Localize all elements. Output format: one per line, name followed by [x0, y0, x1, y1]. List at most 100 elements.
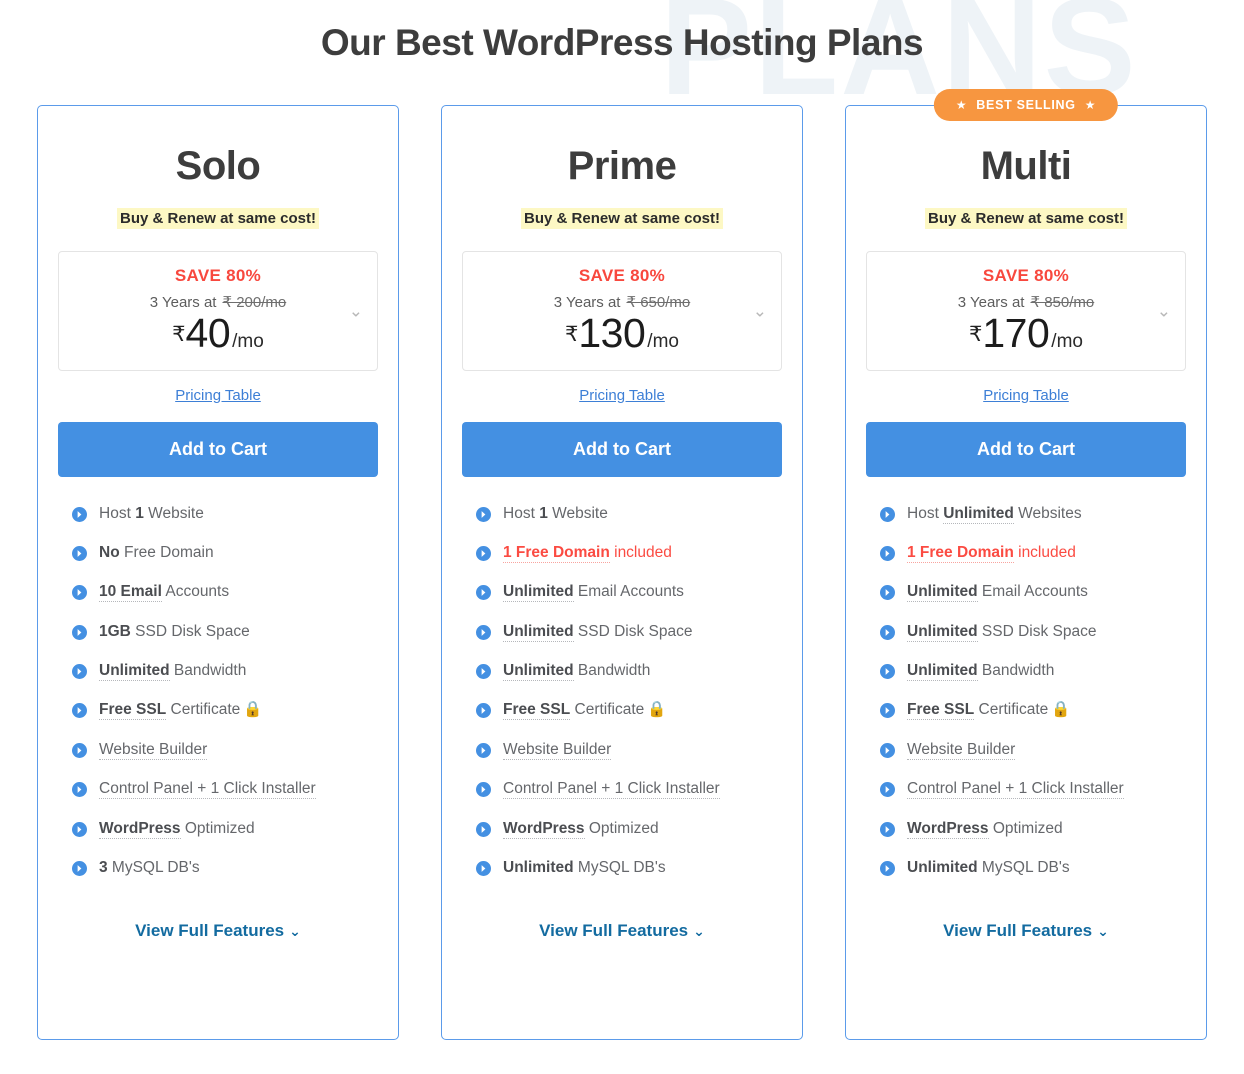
feature-text-part: Optimized: [988, 819, 1063, 837]
price-selector-box[interactable]: SAVE 80% 3 Years at ₹ 200/mo ₹40/mo ⌄: [58, 250, 378, 371]
feature-item: Website Builder: [880, 740, 1186, 760]
feature-text: Host Unlimited Websites: [907, 504, 1082, 524]
arrow-right-circle-icon: [880, 821, 895, 837]
feature-text: Unlimited Bandwidth: [99, 661, 247, 681]
arrow-right-circle-icon: [880, 664, 895, 679]
feature-item: 3 MySQL DB's: [72, 858, 378, 877]
feature-text-part: Website Builder: [99, 740, 208, 760]
feature-item: Free SSL Certificate 🔒: [880, 700, 1186, 721]
arrow-right-circle-icon: [72, 860, 87, 876]
feature-item: Host 1 Website: [72, 504, 378, 523]
add-to-cart-button[interactable]: Add to Cart: [58, 421, 378, 477]
feature-item: Host 1 Website: [476, 504, 782, 523]
arrow-right-circle-icon: [880, 545, 895, 561]
feature-text-part: WordPress: [907, 819, 989, 839]
feature-text-part: Accounts: [161, 583, 230, 601]
feature-item: Unlimited Bandwidth: [72, 661, 378, 681]
feature-text-part: Host: [503, 504, 540, 522]
price-amount: 130: [578, 309, 646, 356]
arrow-right-circle-icon: [72, 506, 87, 522]
feature-text-part: Host: [99, 504, 136, 522]
current-price: ₹130/mo: [475, 309, 769, 356]
feature-text: Control Panel + 1 Click Installer: [503, 779, 720, 800]
add-to-cart-button[interactable]: Add to Cart: [462, 421, 782, 477]
feature-item: Control Panel + 1 Click Installer: [476, 779, 782, 800]
feature-item: WordPress Optimized: [880, 819, 1186, 839]
feature-text-part: Free SSL: [99, 701, 167, 721]
arrow-right-circle-icon: [880, 585, 895, 601]
price-amount: 170: [982, 309, 1050, 356]
feature-text-part: Unlimited: [907, 583, 978, 603]
term-prefix: 3 Years at: [149, 293, 217, 311]
chevron-down-icon: ⌄: [289, 923, 301, 940]
badge-label: BEST SELLING: [976, 98, 1076, 112]
feature-item: Unlimited SSD Disk Space: [476, 622, 782, 642]
feature-text-part: Optimized: [180, 819, 255, 837]
best-selling-badge: ★ BEST SELLING ★: [933, 89, 1119, 121]
view-full-features-link[interactable]: View Full Features ⌄: [462, 921, 782, 941]
feature-text-part: Website Builder: [907, 740, 1016, 760]
feature-item: Host Unlimited Websites: [880, 504, 1186, 524]
feature-text-part: Unlimited: [503, 858, 574, 876]
view-full-features-link[interactable]: View Full Features ⌄: [866, 921, 1186, 941]
chevron-down-icon[interactable]: ⌄: [349, 302, 363, 319]
currency-symbol: ₹: [565, 322, 579, 346]
feature-item: No Free Domain: [72, 543, 378, 562]
pricing-table-link[interactable]: Pricing Table: [58, 387, 378, 404]
arrow-right-circle-icon: [476, 821, 491, 837]
arrow-right-circle-icon: [72, 742, 87, 758]
pricing-table-link[interactable]: Pricing Table: [866, 387, 1186, 404]
chevron-down-icon[interactable]: ⌄: [753, 302, 767, 319]
pricing-table-link[interactable]: Pricing Table: [462, 387, 782, 404]
feature-text-part: 3: [99, 858, 108, 876]
feature-text-part: 1: [135, 504, 144, 522]
feature-text-part: Bandwidth: [573, 662, 651, 679]
feature-text-part: Bandwidth: [169, 662, 247, 679]
feature-text-part: No: [99, 543, 120, 561]
arrow-right-circle-icon: [72, 782, 87, 798]
lock-icon: 🔒: [1051, 701, 1071, 719]
feature-item: Unlimited Email Accounts: [476, 582, 782, 603]
feature-list: Host Unlimited Websites 1 Free Domain inc…: [866, 504, 1186, 878]
view-full-features-link[interactable]: View Full Features ⌄: [58, 921, 378, 941]
arrow-right-circle-icon: [72, 624, 87, 640]
arrow-right-circle-icon: [880, 703, 895, 719]
pricing-card-multi: ★ BEST SELLING ★ Multi Buy & Renew at same c…: [845, 89, 1207, 1040]
feature-item: Control Panel + 1 Click Installer: [72, 779, 378, 800]
view-full-features-label: View Full Features: [943, 921, 1093, 941]
feature-text: Website Builder: [907, 740, 1016, 760]
feature-text-part: WordPress: [99, 819, 181, 839]
feature-text-part: Host: [907, 504, 944, 522]
feature-text-part: Bandwidth: [977, 662, 1055, 679]
feature-text-part: Free SSL: [907, 701, 975, 721]
chevron-down-icon[interactable]: ⌄: [1157, 302, 1171, 319]
price-period: /mo: [647, 330, 679, 352]
arrow-right-circle-icon: [880, 860, 895, 876]
feature-text-part: Unlimited: [99, 662, 170, 681]
view-full-features-label: View Full Features: [135, 921, 285, 941]
star-icon: ★: [955, 98, 968, 112]
add-to-cart-button[interactable]: Add to Cart: [866, 421, 1186, 477]
price-selector-box[interactable]: SAVE 80% 3 Years at ₹ 850/mo ₹170/mo ⌄: [866, 250, 1186, 371]
renew-note: Buy & Renew at same cost!: [117, 208, 319, 229]
feature-text: Unlimited Email Accounts: [503, 582, 684, 603]
price-amount: 40: [185, 309, 231, 356]
arrow-right-circle-icon: [476, 545, 491, 561]
arrow-right-circle-icon: [476, 782, 491, 798]
arrow-right-circle-icon: [476, 860, 491, 876]
feature-text: Unlimited Email Accounts: [907, 582, 1088, 603]
price-selector-box[interactable]: SAVE 80% 3 Years at ₹ 650/mo ₹130/mo ⌄: [462, 250, 782, 371]
price-period: /mo: [1051, 330, 1083, 352]
feature-text: Free SSL Certificate 🔒: [907, 700, 1071, 721]
renew-note-wrapper: Buy & Renew at same cost!: [866, 205, 1186, 234]
feature-text: No Free Domain: [99, 543, 214, 562]
renew-note: Buy & Renew at same cost!: [925, 208, 1127, 229]
feature-text-part: SSD Disk Space: [573, 622, 693, 640]
feature-text-part: Unlimited: [907, 858, 978, 876]
feature-item: Unlimited SSD Disk Space: [880, 622, 1186, 642]
feature-item: WordPress Optimized: [476, 819, 782, 839]
current-price: ₹40/mo: [71, 309, 365, 356]
feature-item: Unlimited Bandwidth: [476, 661, 782, 681]
feature-text-part: 1GB: [99, 622, 131, 640]
feature-text: Unlimited SSD Disk Space: [503, 622, 693, 642]
